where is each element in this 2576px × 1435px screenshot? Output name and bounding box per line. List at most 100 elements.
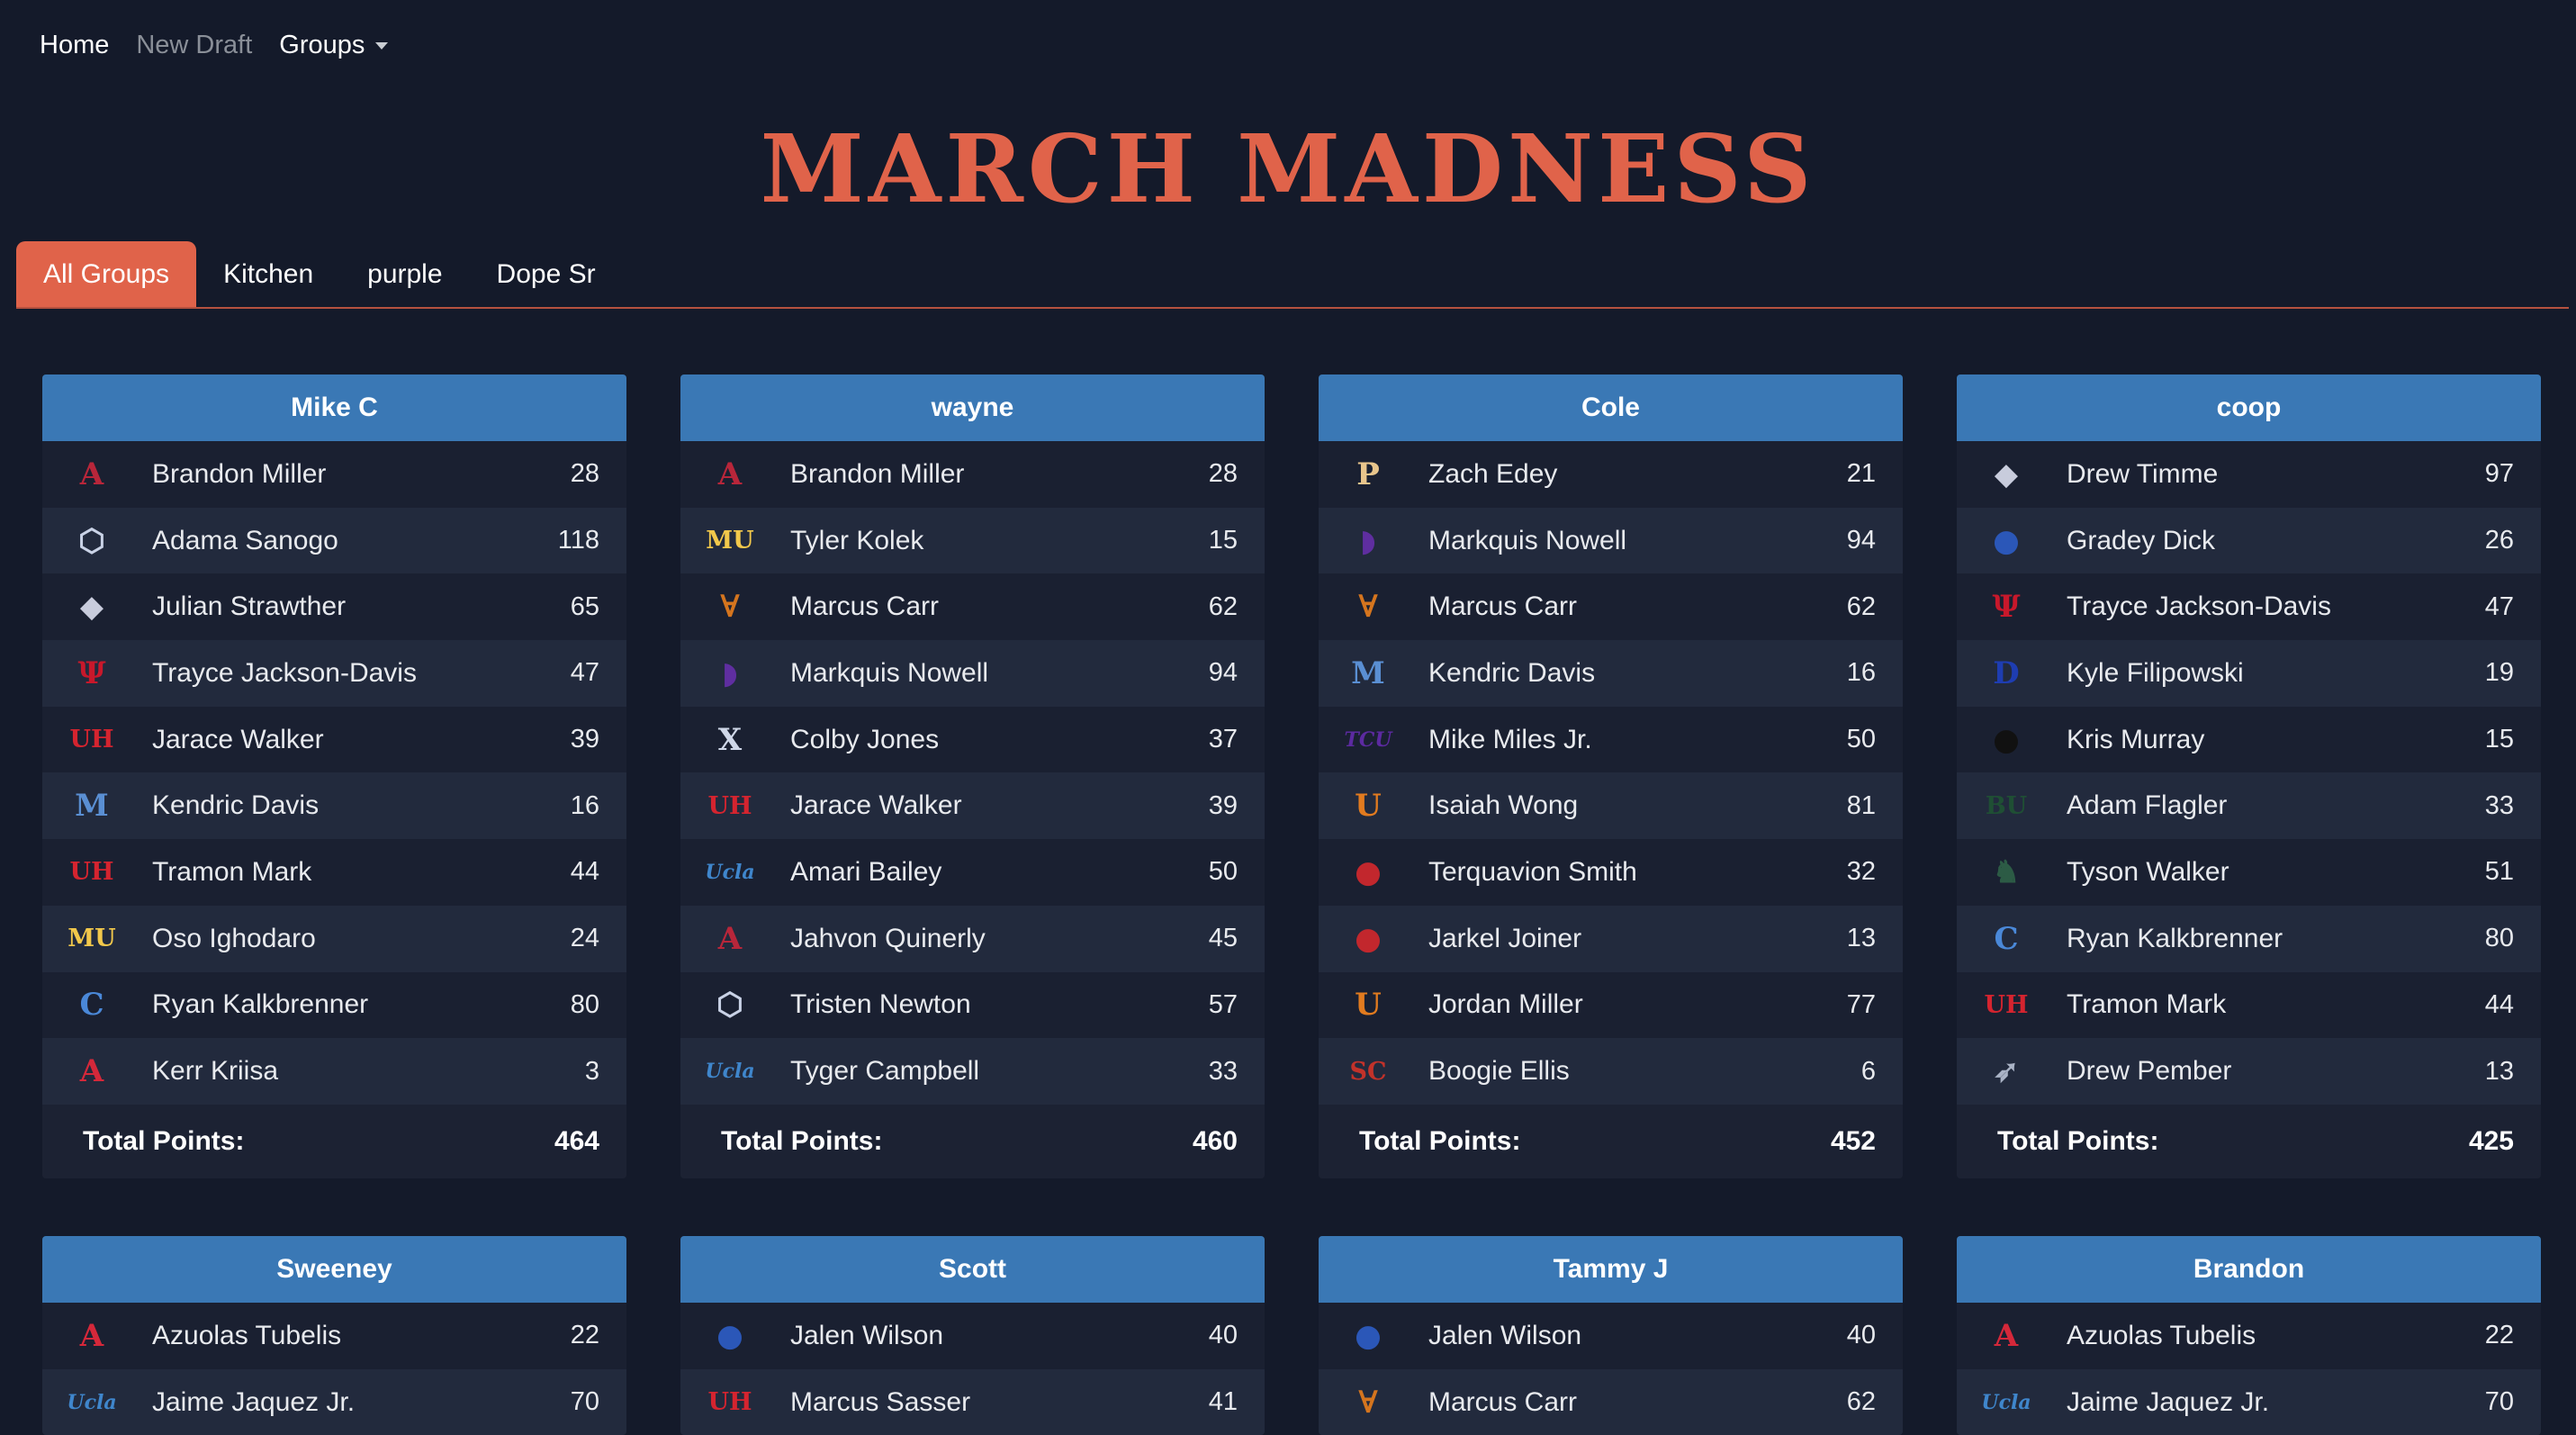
player-points: 16 bbox=[1846, 658, 1876, 688]
gonzaga-bulldog-icon: ◆ bbox=[79, 589, 104, 626]
player-card: Cole P Zach Edey 21 ◗ Markquis Nowell 94 ∀ Marcu… bbox=[1319, 375, 1903, 1178]
houston-icon: UH bbox=[1984, 990, 2029, 1019]
memphis-icon: M bbox=[1351, 654, 1385, 691]
player-row: A Kerr Kriisa 3 bbox=[42, 1038, 626, 1105]
player-name: Kendric Davis bbox=[1428, 657, 1596, 688]
player-points: 70 bbox=[2484, 1387, 2514, 1417]
player-points: 47 bbox=[2484, 591, 2514, 621]
player-name: Tramon Mark bbox=[152, 856, 312, 887]
player-card: Scott ● Jalen Wilson 40 UH Marcus Sasser 41 bbox=[680, 1236, 1265, 1435]
player-name: Trayce Jackson-Davis bbox=[2067, 591, 2331, 622]
player-name: Drew Pember bbox=[2067, 1056, 2232, 1087]
player-card: Mike C A Brandon Miller 28 ⬡ Adama Sanogo 118 ◆… bbox=[42, 375, 626, 1178]
player-name: Marcus Carr bbox=[1428, 591, 1578, 622]
michigan-state-spartan-icon: ♞ bbox=[1992, 853, 2021, 890]
player-points: 37 bbox=[1208, 725, 1238, 754]
player-name: Jarace Walker bbox=[152, 724, 324, 754]
player-name: Colby Jones bbox=[790, 724, 940, 754]
player-points: 15 bbox=[2484, 725, 2514, 754]
player-row: BU Adam Flagler 33 bbox=[1957, 772, 2541, 840]
houston-icon: UH bbox=[707, 791, 752, 820]
player-name: Brandon Miller bbox=[790, 458, 965, 489]
total-points-row: Total Points: 425 bbox=[1957, 1104, 2541, 1178]
xavier-icon: X bbox=[717, 721, 743, 758]
total-points-label: Total Points: bbox=[83, 1125, 245, 1156]
player-name: Jahvon Quinerly bbox=[790, 923, 986, 953]
ucla-icon: Ucla bbox=[705, 860, 755, 884]
player-list: P Zach Edey 21 ◗ Markquis Nowell 94 ∀ Marcus Ca… bbox=[1319, 441, 1903, 1105]
card-owner-name: Tammy J bbox=[1319, 1236, 1903, 1303]
player-points: 13 bbox=[1846, 924, 1876, 953]
arizona-icon: A bbox=[1994, 1317, 2019, 1354]
player-name: Amari Bailey bbox=[790, 856, 942, 887]
player-row: M Kendric Davis 16 bbox=[42, 772, 626, 840]
ucla-icon: Ucla bbox=[1981, 1390, 2031, 1414]
houston-icon: UH bbox=[69, 726, 114, 754]
marquette-icon: MU bbox=[706, 527, 754, 555]
player-row: UH Jarace Walker 39 bbox=[680, 772, 1265, 840]
total-points-row: Total Points: 460 bbox=[680, 1104, 1265, 1178]
cards-grid: Mike C A Brandon Miller 28 ⬡ Adama Sanogo 118 ◆… bbox=[0, 0, 2576, 1435]
total-points-label: Total Points: bbox=[1997, 1125, 2159, 1156]
player-row: U Jordan Miller 77 bbox=[1319, 971, 1903, 1039]
player-row: SC Boogie Ellis 6 bbox=[1319, 1038, 1903, 1105]
player-name: Marcus Sasser bbox=[790, 1386, 971, 1417]
player-points: 118 bbox=[557, 526, 599, 555]
player-name: Gradey Dick bbox=[2067, 525, 2216, 555]
arizona-icon: A bbox=[79, 1053, 104, 1090]
player-name: Julian Strawther bbox=[152, 591, 347, 622]
player-row: A Azuolas Tubelis 22 bbox=[1957, 1303, 2541, 1369]
player-row: ● Jalen Wilson 40 bbox=[1319, 1303, 1903, 1369]
player-name: Ryan Kalkbrenner bbox=[2067, 923, 2283, 953]
player-row: Ucla Jaime Jaquez Jr. 70 bbox=[1957, 1368, 2541, 1435]
player-row: Ucla Tyger Campbell 33 bbox=[680, 1038, 1265, 1105]
uconn-husky-icon: ⬡ bbox=[716, 987, 743, 1024]
player-points: 28 bbox=[1208, 459, 1238, 489]
player-row: ∀ Marcus Carr 62 bbox=[1319, 1368, 1903, 1435]
purdue-icon: P bbox=[1356, 456, 1380, 492]
ucla-icon: Ucla bbox=[67, 1390, 117, 1414]
player-points: 80 bbox=[570, 989, 599, 1019]
player-name: Tristen Newton bbox=[790, 989, 971, 1020]
player-row: Ψ Trayce Jackson-Davis 47 bbox=[42, 640, 626, 707]
total-points-label: Total Points: bbox=[1359, 1125, 1521, 1156]
player-row: D Kyle Filipowski 19 bbox=[1957, 640, 2541, 707]
player-row: ● Gradey Dick 26 bbox=[1957, 507, 2541, 574]
texas-longhorn-icon: ∀ bbox=[720, 589, 740, 626]
player-row: A Brandon Miller 28 bbox=[42, 441, 626, 508]
player-card: wayne A Brandon Miller 28 MU Tyler Kolek 15 ∀ Ma… bbox=[680, 375, 1265, 1178]
usc-icon: SC bbox=[1349, 1057, 1387, 1086]
player-row: P Zach Edey 21 bbox=[1319, 441, 1903, 508]
player-row: ♞ Tyson Walker 51 bbox=[1957, 839, 2541, 906]
player-points: 39 bbox=[570, 725, 599, 754]
player-row: MU Oso Ighodaro 24 bbox=[42, 905, 626, 972]
player-points: 57 bbox=[1208, 989, 1238, 1019]
player-row: ⬡ Adama Sanogo 118 bbox=[42, 507, 626, 574]
player-name: Zach Edey bbox=[1428, 458, 1558, 489]
total-points-value: 464 bbox=[554, 1125, 599, 1156]
player-row: A Jahvon Quinerly 45 bbox=[680, 905, 1265, 972]
player-name: Kerr Kriisa bbox=[152, 1056, 279, 1087]
kansas-state-icon: ◗ bbox=[1360, 522, 1376, 559]
player-list: A Brandon Miller 28 ⬡ Adama Sanogo 118 ◆ Julian… bbox=[42, 441, 626, 1105]
player-name: Azuolas Tubelis bbox=[152, 1320, 342, 1350]
player-points: 13 bbox=[2484, 1056, 2514, 1086]
player-row: ● Kris Murray 15 bbox=[1957, 706, 2541, 773]
player-name: Markquis Nowell bbox=[1428, 525, 1627, 555]
houston-icon: UH bbox=[707, 1388, 752, 1417]
player-points: 3 bbox=[584, 1056, 599, 1086]
player-name: Kyle Filipowski bbox=[2067, 657, 2244, 688]
card-owner-name: Scott bbox=[680, 1236, 1265, 1303]
creighton-icon: C bbox=[79, 987, 104, 1024]
gonzaga-bulldog-icon: ◆ bbox=[1994, 456, 2019, 492]
player-row: Ψ Trayce Jackson-Davis 47 bbox=[1957, 573, 2541, 641]
total-points-row: Total Points: 464 bbox=[42, 1104, 626, 1178]
player-row: ⬡ Tristen Newton 57 bbox=[680, 971, 1265, 1039]
player-row: UH Marcus Sasser 41 bbox=[680, 1368, 1265, 1435]
alabama-icon: A bbox=[717, 920, 743, 957]
player-row: Ucla Amari Bailey 50 bbox=[680, 839, 1265, 906]
card-owner-name: wayne bbox=[680, 375, 1265, 441]
player-points: 40 bbox=[1846, 1321, 1876, 1350]
player-card: Brandon A Azuolas Tubelis 22 Ucla Jaime Jaque… bbox=[1957, 1236, 2541, 1435]
player-name: Oso Ighodaro bbox=[152, 923, 316, 953]
